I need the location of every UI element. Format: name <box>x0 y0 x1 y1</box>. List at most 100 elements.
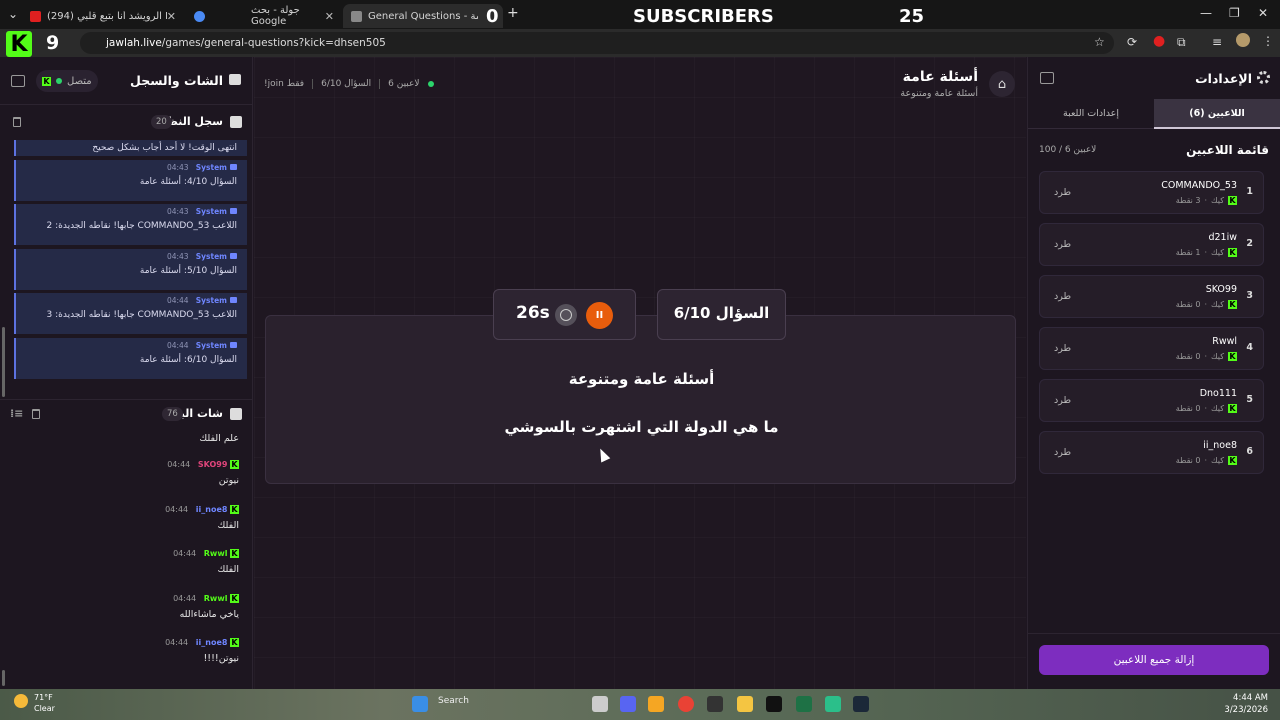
gear-icon <box>1257 71 1270 84</box>
message-icon <box>230 341 237 348</box>
close-icon[interactable]: ✕ <box>167 10 176 23</box>
record-extension-icon[interactable]: ● <box>1153 33 1165 49</box>
player-rank: 4 <box>1246 342 1253 353</box>
players-list-title: قائمة اللاعبين <box>1186 143 1269 157</box>
chat-username[interactable]: ii_noe8 <box>196 638 228 647</box>
message-sender: System <box>195 340 227 350</box>
align-icon[interactable]: ⁞≡ <box>10 407 23 420</box>
chat-panel-header: الشات والسجل K متصل <box>0 57 253 105</box>
message-icon <box>230 252 237 259</box>
stream-chat-count: 76 <box>162 407 183 421</box>
player-row: 4 Rwwl K كيك · 0 نقطة طرد <box>1039 327 1264 370</box>
new-tab-button[interactable]: + <box>507 5 519 21</box>
message-time: 04:44 <box>165 505 189 514</box>
player-platform: كيك <box>1211 404 1224 413</box>
chat-username[interactable]: SKO99 <box>198 460 228 469</box>
player-row: 5 Dno111 K كيك · 0 نقطة طرد <box>1039 379 1264 422</box>
question-stat: السؤال 6/10 <box>321 79 372 89</box>
kick-icon: K <box>1228 404 1237 413</box>
app-icon[interactable] <box>825 696 841 712</box>
media-icon[interactable]: ≡ <box>1212 35 1222 49</box>
weather-widget[interactable]: 71°F Clear <box>34 692 55 714</box>
timer-box: 26s II <box>493 289 636 340</box>
collapse-panel-icon[interactable] <box>1040 72 1054 84</box>
browser-tab-youtube[interactable]: (294) الرويشد أنا بتبع قلبي HD ✕ <box>22 4 184 28</box>
task-view-icon[interactable] <box>592 696 608 712</box>
kick-button[interactable]: طرد <box>1054 239 1071 250</box>
maximize-icon[interactable]: ❐ <box>1229 6 1240 20</box>
player-name: Rwwl <box>1212 336 1237 347</box>
taskbar-search[interactable]: Search <box>438 696 469 706</box>
tab-players[interactable]: اللاعبين (6) <box>1154 99 1280 129</box>
trash-icon[interactable] <box>32 409 40 419</box>
kick-button[interactable]: طرد <box>1054 395 1071 406</box>
chat-message: 04:44 ii_noe8 K الفلك <box>165 505 239 531</box>
trash-icon[interactable] <box>13 117 21 127</box>
chat-message: 04:44 ii_noe8 K نيوتن!!!! <box>165 638 239 664</box>
player-rank: 6 <box>1246 446 1253 457</box>
kick-button[interactable]: طرد <box>1054 343 1071 354</box>
player-name: d21iw <box>1208 232 1237 243</box>
chat-username[interactable]: Rwwl <box>204 594 228 603</box>
system-log-count: 20 <box>151 115 172 129</box>
chat-username[interactable]: ii_noe8 <box>196 505 228 514</box>
system-log-scrollbar[interactable] <box>2 327 5 397</box>
stream-chat-scrollbar[interactable] <box>2 670 5 686</box>
message-sender: System <box>195 251 227 261</box>
chat-username[interactable]: Rwwl <box>204 549 228 558</box>
file-explorer-icon[interactable] <box>737 696 753 712</box>
chat-app-icon[interactable] <box>648 696 664 712</box>
collapse-panel-icon[interactable] <box>11 75 25 87</box>
minimize-icon[interactable]: — <box>1200 6 1212 20</box>
kick-icon: K <box>1228 300 1237 309</box>
message-icon <box>230 163 237 170</box>
kick-button[interactable]: طرد <box>1054 447 1071 458</box>
chat-message: 04:44 SKO99 K نيوتن <box>167 460 239 486</box>
player-name: SKO99 <box>1205 284 1237 295</box>
player-row: 2 d21iw K كيك · 1 نقطة طرد <box>1039 223 1264 266</box>
kick-button[interactable]: طرد <box>1054 187 1071 198</box>
puzzle-icon[interactable]: ⧉ <box>1177 35 1186 50</box>
close-icon[interactable]: ✕ <box>325 10 334 23</box>
pause-button[interactable]: II <box>586 302 613 329</box>
url-field[interactable]: jawlah.live/games/general-questions?kick… <box>80 32 1114 54</box>
kick-icon: K <box>230 638 239 647</box>
browser-tab-jawlah[interactable]: General Questions - أسئلة عامة <box>343 4 503 28</box>
chat-log-panel: الشات والسجل K متصل سجل النظام 20 انتهى … <box>0 57 253 689</box>
home-button[interactable]: ⌂ <box>989 71 1015 97</box>
profile-avatar[interactable] <box>1236 33 1250 47</box>
weather-icon <box>14 694 28 708</box>
kick-icon: K <box>230 505 239 514</box>
player-points: 0 نقطة <box>1175 300 1201 309</box>
steam-icon[interactable] <box>853 696 869 712</box>
kick-button[interactable]: طرد <box>1054 291 1071 302</box>
stream-chat-header: شات البث 76 ⁞≡ <box>0 399 253 427</box>
menu-icon[interactable]: ⋮ <box>1262 34 1274 48</box>
browser-tab-google[interactable]: جولة - بحث Google ✕ <box>186 4 342 28</box>
message-time: 04:44 <box>166 296 189 306</box>
extension-icon[interactable]: ⟳ <box>1127 35 1137 49</box>
message-icon <box>230 297 237 304</box>
tab-search-icon[interactable]: ⌄ <box>8 7 18 21</box>
tiktok-icon[interactable] <box>766 696 782 712</box>
chrome-icon[interactable] <box>678 696 694 712</box>
kick-icon: K <box>1228 196 1237 205</box>
question-category: أسئلة عامة ومتنوعة <box>568 370 715 388</box>
taskbar-clock[interactable]: 4:44 AM 3/23/2026 <box>1224 692 1268 716</box>
windows-start-icon[interactable] <box>412 696 428 712</box>
youtube-icon <box>30 10 41 22</box>
discord-icon[interactable] <box>620 696 636 712</box>
join-stat: !join فقط <box>264 79 305 89</box>
app-icon[interactable] <box>707 696 723 712</box>
tab-title: جولة - بحث Google <box>251 5 300 27</box>
message-icon <box>230 208 237 215</box>
player-row: 6 ii_noe8 K كيك · 0 نقطة طرد <box>1039 431 1264 474</box>
bookmark-star-icon[interactable]: ☆ <box>1094 35 1105 49</box>
system-message-text: السؤال 4/10: أسئلة عامة <box>139 176 237 187</box>
kick-icon: K <box>1228 248 1237 257</box>
remove-all-players-button[interactable]: إزالة جميع اللاعبين <box>1039 645 1269 675</box>
settings-title: الإعدادات <box>1195 71 1252 86</box>
tab-game-settings[interactable]: إعدادات اللعبة <box>1028 99 1154 129</box>
excel-icon[interactable] <box>796 696 812 712</box>
window-close-icon[interactable]: ✕ <box>1258 6 1268 20</box>
